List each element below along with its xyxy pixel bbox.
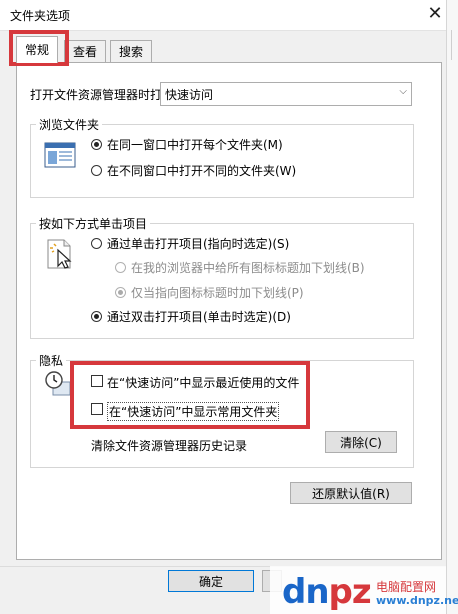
close-icon[interactable]: ✕	[424, 2, 446, 26]
tab-search[interactable]: 搜索	[110, 40, 153, 63]
cursor-click-icon	[44, 236, 78, 275]
same-window-label: 在同一窗口中打开每个文件夹(M)	[107, 138, 283, 152]
underline-hover-radio[interactable]	[115, 287, 126, 298]
new-window-radio[interactable]	[91, 165, 102, 176]
tab-general-label: 常规	[25, 43, 50, 57]
watermark-text: 电脑配置网	[376, 580, 437, 594]
double-click-radio[interactable]	[91, 311, 102, 322]
underline-all-label: 在我的浏览器中给所有图标标题加下划线(B)	[131, 261, 365, 275]
watermark-url: www.dnpz.net	[376, 594, 458, 607]
background-window-edge	[446, 0, 458, 614]
double-click-label: 通过双击打开项目(单击时选定)(D)	[107, 310, 291, 324]
clear-history-label: 清除文件资源管理器历史记录	[91, 439, 248, 453]
privacy-legend: 隐私	[36, 352, 67, 369]
tab-search-label: 搜索	[119, 45, 144, 59]
ok-button[interactable]: 确定	[168, 570, 254, 592]
open-explorer-dropdown[interactable]: 快速访问 ⌵	[160, 82, 412, 106]
tab-view[interactable]: 查看	[64, 40, 107, 63]
clear-button[interactable]: 清除(C)	[325, 431, 397, 453]
clock-icon	[44, 370, 72, 401]
tab-general[interactable]: 常规	[16, 36, 59, 63]
open-explorer-value: 快速访问	[165, 88, 214, 102]
chevron-down-icon: ⌵	[399, 86, 407, 97]
underline-all-radio[interactable]	[115, 262, 126, 273]
restore-defaults-button[interactable]: 还原默认值(R)	[290, 482, 412, 504]
underline-hover-label: 仅当指向图标标题时加下划线(P)	[131, 286, 304, 300]
single-click-radio[interactable]	[91, 238, 102, 249]
open-explorer-label: 打开文件资源管理器时打	[30, 88, 163, 102]
watermark-logo: dnpz	[282, 572, 372, 612]
new-window-label: 在不同窗口中打开不同的文件夹(W)	[107, 164, 297, 178]
folder-window-icon	[44, 142, 76, 171]
single-click-label: 通过单击打开项目(指向时选定)(S)	[107, 237, 290, 251]
browse-folders-legend: 浏览文件夹	[36, 116, 103, 133]
tab-view-label: 查看	[73, 45, 98, 59]
same-window-radio[interactable]	[91, 139, 102, 150]
click-items-legend: 按如下方式单击项目	[36, 215, 151, 232]
window-title: 文件夹选项	[10, 9, 71, 23]
highlight-box-privacy	[70, 361, 310, 429]
